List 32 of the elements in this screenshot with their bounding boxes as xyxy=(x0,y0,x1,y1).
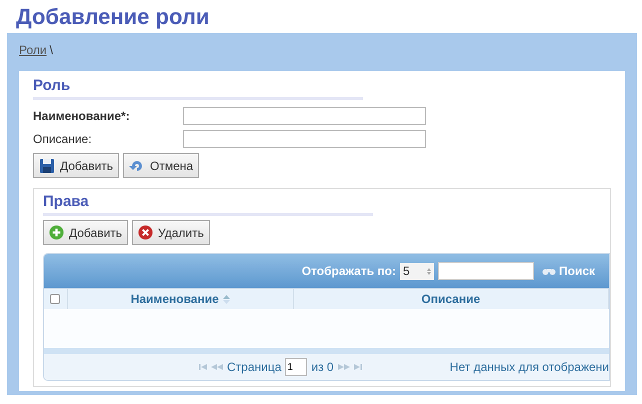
sort-icon xyxy=(222,294,230,304)
column-header[interactable]: Описание xyxy=(421,292,480,306)
first-page-icon[interactable] xyxy=(199,364,207,370)
field-label: Наименование*: xyxy=(33,108,131,122)
pager-status: Нет данных для отображени xyxy=(450,360,609,374)
page-size-label: Отображать по: xyxy=(302,264,396,278)
page-input[interactable]: 1 xyxy=(285,358,308,376)
column-header[interactable]: Наименование xyxy=(130,292,219,306)
page-label: Страница xyxy=(227,360,282,374)
updown-arrows-icon xyxy=(426,268,431,274)
breadcrumb-link[interactable]: Роли xyxy=(19,43,47,57)
page-size-select[interactable]: 5 xyxy=(400,262,434,280)
input-field[interactable] xyxy=(183,130,426,148)
section-title: Права xyxy=(43,193,373,216)
next-page-icon[interactable] xyxy=(338,364,350,370)
last-page-icon[interactable] xyxy=(354,364,362,370)
previous-page-icon[interactable] xyxy=(211,364,223,370)
input-field[interactable] xyxy=(183,106,426,124)
close-icon xyxy=(138,225,154,240)
section-title: Роль xyxy=(33,77,363,100)
add-button[interactable]: Добавить xyxy=(43,220,128,245)
page-count: из 0 xyxy=(311,360,334,374)
save-button[interactable]: Добавить xyxy=(33,153,120,178)
delete-button[interactable]: Удалить xyxy=(132,220,210,245)
field-label: Описание: xyxy=(33,132,93,146)
checkbox[interactable] xyxy=(50,294,60,304)
cancel-button[interactable]: Отмена xyxy=(123,153,200,178)
binoculars-icon xyxy=(542,266,556,276)
plus-icon xyxy=(49,225,64,240)
search-field[interactable] xyxy=(438,262,534,280)
breadcrumb-separator: \ xyxy=(50,43,53,57)
page-title: Добавление роли xyxy=(15,3,210,31)
